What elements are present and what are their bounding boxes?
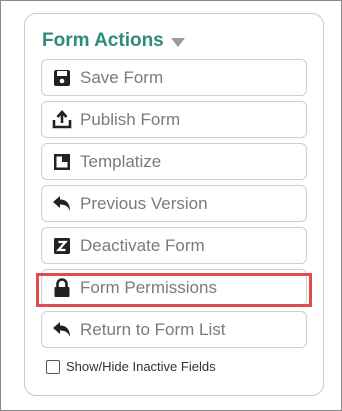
return-arrow-icon [51, 319, 73, 341]
save-form-label: Save Form [80, 67, 164, 87]
lock-icon [51, 277, 73, 299]
return-to-form-list-button[interactable]: Return to Form List [41, 311, 307, 348]
template-icon [51, 151, 73, 173]
deactivate-form-button[interactable]: Deactivate Form [41, 227, 307, 264]
publish-form-label: Publish Form [80, 109, 181, 129]
save-icon [51, 67, 73, 89]
form-permissions-label: Form Permissions [80, 277, 217, 297]
undo-arrow-icon [51, 193, 73, 215]
templatize-button[interactable]: Templatize [41, 143, 307, 180]
inactive-fields-checkbox-label: Show/Hide Inactive Fields [66, 359, 216, 374]
screenshot-frame: Form Actions Save Form Publish Form Temp… [0, 0, 342, 411]
return-to-form-list-label: Return to Form List [80, 319, 226, 339]
caret-down-icon[interactable] [170, 37, 185, 47]
templatize-label: Templatize [80, 151, 162, 171]
form-permissions-button[interactable]: Form Permissions [41, 269, 307, 306]
publish-form-button[interactable]: Publish Form [41, 101, 307, 138]
panel-title: Form Actions [42, 30, 164, 51]
show-hide-inactive-fields-toggle[interactable]: Show/Hide Inactive Fields [46, 359, 216, 374]
previous-version-button[interactable]: Previous Version [41, 185, 307, 222]
form-actions-header[interactable]: Form Actions [42, 28, 185, 54]
inactive-fields-checkbox[interactable] [46, 359, 60, 374]
form-actions-panel: Form Actions Save Form Publish Form Temp… [24, 13, 324, 396]
deactivate-form-label: Deactivate Form [80, 235, 205, 255]
z-box-icon [51, 235, 73, 257]
publish-upload-icon [51, 109, 73, 131]
previous-version-label: Previous Version [80, 193, 208, 213]
save-form-button[interactable]: Save Form [41, 59, 307, 96]
